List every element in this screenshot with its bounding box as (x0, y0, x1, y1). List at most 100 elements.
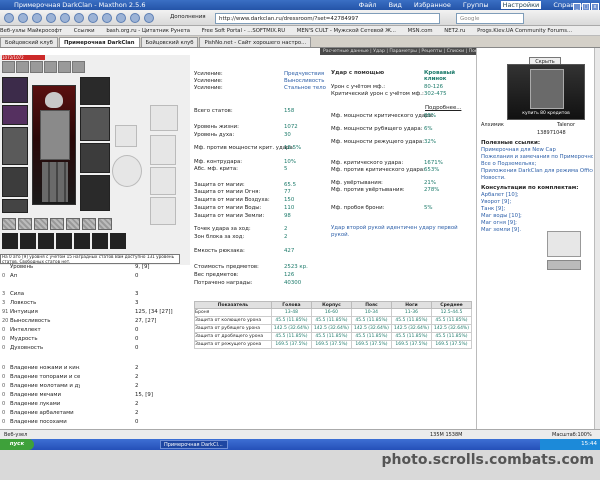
taskbar-app[interactable]: Примерочная DarkCl... (160, 440, 228, 449)
menu-view[interactable]: Вид (389, 1, 402, 9)
slot-shield[interactable] (80, 77, 110, 105)
skill-slot-6[interactable] (92, 233, 108, 249)
spell-slot-4[interactable] (50, 218, 64, 230)
slot-gloves[interactable] (80, 143, 110, 173)
spell-slot-6[interactable] (82, 218, 96, 230)
spell-slot-1[interactable] (2, 218, 16, 230)
slot-helmet[interactable] (2, 77, 28, 103)
tab-fight-club-2[interactable]: Бойцовский клуб (140, 37, 199, 47)
group-icon[interactable] (144, 13, 154, 23)
bonus-value[interactable]: Выносливость (284, 78, 324, 85)
tools-icon[interactable] (130, 13, 140, 23)
link-menscult[interactable]: MEN'S CULT - Мужской Сетевой Ж... (297, 28, 396, 34)
skill-slot-4[interactable] (56, 233, 72, 249)
mail-icon[interactable] (116, 13, 126, 23)
stop-icon[interactable] (46, 13, 56, 23)
slot-weapon[interactable] (2, 127, 28, 165)
link-softmix[interactable]: Free Soft Portal - ...SOFTMIX.RU (202, 28, 285, 34)
search-input[interactable]: Google (456, 13, 524, 24)
history-icon[interactable] (88, 13, 98, 23)
home-icon[interactable] (60, 13, 70, 23)
tab-dressroom[interactable]: Примерочная DarkClan (58, 37, 140, 47)
link-msn[interactable]: MSN.com (408, 28, 433, 34)
slot-bracers[interactable] (2, 105, 28, 125)
strike-value: 80-126 (424, 84, 444, 90)
gm-strike[interactable]: Удар (373, 49, 385, 54)
consult-link[interactable]: Арбалет [10]; (481, 192, 519, 198)
menu-settings[interactable]: Настройки (500, 1, 542, 9)
start-button[interactable]: пуск (0, 439, 34, 450)
stat-row: Всего статов: 158 (194, 108, 294, 115)
link-net2[interactable]: NET2.ru (444, 28, 465, 34)
item-cloak-icon[interactable] (150, 167, 176, 195)
useful-link[interactable]: Все о Подземельях; (481, 161, 593, 167)
consult-link[interactable]: Маг воды [10]; (481, 213, 522, 219)
slot-ring-3[interactable] (30, 61, 43, 73)
watermark: photo.scrolls.combats.com (381, 452, 594, 468)
consult-link[interactable]: Маг земли [9]. (481, 227, 521, 233)
skill-slot-2[interactable] (20, 233, 36, 249)
slot-boots[interactable] (80, 175, 110, 211)
gm-lists[interactable]: Списки (447, 49, 464, 54)
consult-link[interactable]: Маг огня [9]; (481, 220, 517, 226)
menu-groups[interactable]: Группы (463, 1, 489, 9)
link-links[interactable]: Ссылки (74, 28, 95, 34)
slot-second-weapon[interactable] (80, 107, 110, 141)
useful-link[interactable]: Приложения DarkClan для режима Office (481, 168, 593, 174)
top-menu: Файл Вид Избранное Группы Настройки Спра… (349, 0, 582, 10)
spell-slot-3[interactable] (34, 218, 48, 230)
addons-button[interactable]: Дополнения (170, 14, 206, 20)
item-necklace-icon[interactable] (150, 105, 178, 131)
spell-slot-7[interactable] (98, 218, 112, 230)
back-icon[interactable] (4, 13, 14, 23)
slot-earring[interactable] (58, 61, 71, 73)
skill-slot-1[interactable] (2, 233, 18, 249)
strike-label[interactable]: Подробнее... (425, 105, 461, 112)
forward-icon[interactable] (18, 13, 28, 23)
useful-link[interactable]: Пожелания и замечания по Примерочной; (481, 154, 593, 160)
item-boots-icon[interactable] (150, 197, 176, 225)
link-progs[interactable]: Progs.Kiev.UA Community Forums... (477, 28, 572, 34)
strike-row: Мф. мощности критического удара: 88% (331, 113, 436, 120)
menu-file[interactable]: Файл (359, 1, 377, 9)
spell-slot-2[interactable] (18, 218, 32, 230)
bonus-value[interactable]: Предчувствия (284, 71, 324, 78)
bonus-value[interactable]: Стальное тело (284, 85, 326, 92)
gm-calc[interactable]: Расчетные данные (323, 49, 369, 54)
slot-amulet[interactable] (44, 61, 57, 73)
useful-link[interactable]: Примерочная для New Cap (481, 147, 593, 153)
strike-weapon[interactable]: Кровавый клинок (424, 70, 476, 82)
menu-favorites[interactable]: Избранное (414, 1, 451, 9)
player-name-2[interactable]: Talenor (557, 122, 575, 128)
slot-ring-2[interactable] (16, 61, 29, 73)
gm-params[interactable]: Параметры (389, 49, 417, 54)
consult-link[interactable]: Уворот [9]; (481, 199, 511, 205)
item-shirt-icon[interactable] (150, 135, 176, 165)
skill-slot-3[interactable] (38, 233, 54, 249)
refresh-icon[interactable] (32, 13, 42, 23)
slot-extra[interactable] (72, 61, 85, 73)
stat-row: 0 Интеллект 0 (2, 326, 138, 335)
stat-row: 3 Ловкость 3 (2, 299, 138, 308)
spell-slot-5[interactable] (66, 218, 80, 230)
skill-slot-7[interactable] (110, 233, 126, 249)
slot-ring-1[interactable] (2, 61, 15, 73)
slot-belt[interactable] (2, 199, 28, 213)
table-row: Защита от колющего урона 45.5 (11.85%) 45.… (194, 316, 473, 325)
stat-value: 5 (284, 166, 288, 172)
item-ring-icon[interactable] (115, 125, 137, 147)
tab-fight-club[interactable]: Бойцовский клуб (0, 37, 58, 47)
skill-slot-5[interactable] (74, 233, 90, 249)
print-icon[interactable] (102, 13, 112, 23)
consult-link[interactable]: Танк [9]; (481, 206, 505, 212)
link-bash[interactable]: bash.org.ru - Цитатник Рунета (106, 28, 190, 34)
item-orb-icon[interactable] (112, 155, 142, 187)
gm-recipes[interactable]: Рецепты (421, 49, 442, 54)
useful-link[interactable]: Новости. (481, 175, 593, 181)
tab-pishno[interactable]: PishNo.net - Сайт хорошего настро... (199, 37, 312, 47)
slot-armor[interactable] (2, 167, 28, 197)
scrollbar[interactable] (594, 48, 600, 429)
address-bar[interactable]: http://www.darkclan.ru/dressroom/?set=42… (215, 13, 440, 24)
link-microsoft[interactable]: Веб-узлы Майкрософт (0, 28, 62, 34)
favorites-icon[interactable] (74, 13, 84, 23)
